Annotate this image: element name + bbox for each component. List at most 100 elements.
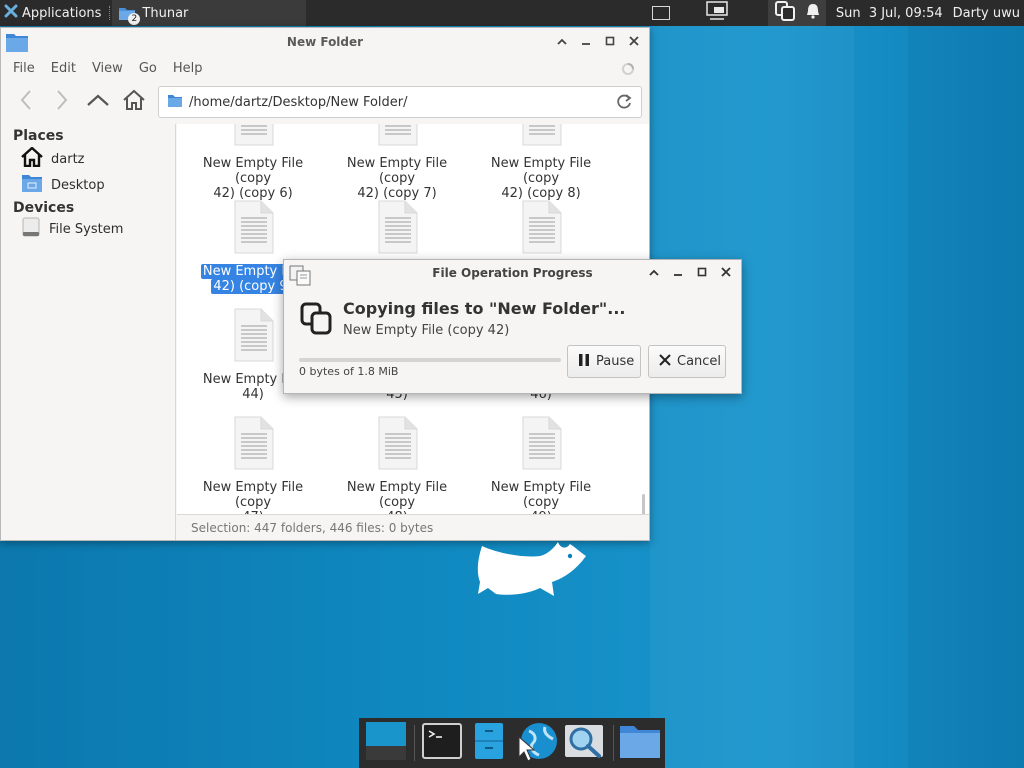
dock (359, 718, 665, 768)
menu-view[interactable]: View (92, 61, 131, 76)
window-titlebar[interactable]: New Folder (1, 28, 649, 56)
file-item[interactable]: New Empty File (copy 42) (copy 6) (183, 124, 323, 201)
applications-menu-button[interactable]: Applications (0, 0, 107, 26)
close-button[interactable] (719, 265, 733, 279)
user-menu[interactable]: Darty uwu (953, 6, 1020, 21)
file-item[interactable]: New Empty File (copy49) (471, 416, 611, 514)
text-file-icon (375, 200, 419, 258)
file-item[interactable]: New Empty File (copy47) (183, 416, 323, 514)
file-item[interactable]: New Empty File (copy 42) (copy 8) (471, 124, 611, 201)
text-file-icon (375, 124, 419, 150)
status-text: Selection: 447 folders, 446 files: 0 byt… (191, 520, 434, 535)
file-name: New Empty File (copy (202, 480, 304, 510)
minimize-button[interactable] (671, 265, 685, 279)
dialog-titlebar[interactable]: File Operation Progress (284, 260, 741, 286)
dialog-heading: Copying files to "New Folder"... (343, 299, 626, 318)
taskbar-item-thunar[interactable]: 2 Thunar (112, 0, 307, 26)
copy-files-icon (288, 264, 312, 290)
panel-separator (109, 6, 111, 20)
pause-button[interactable]: Pause (567, 345, 641, 378)
location-bar[interactable]: /home/dartz/Desktop/New Folder/ (158, 86, 642, 118)
text-file-icon (519, 416, 563, 474)
sidebar-item-home[interactable]: dartz (1, 146, 175, 172)
cancel-icon (659, 353, 671, 370)
back-button[interactable] (11, 85, 41, 115)
folder-icon: 2 (118, 4, 141, 25)
maximize-button[interactable] (603, 34, 617, 48)
file-name: New Empty File (copy (490, 480, 592, 510)
sidebar-heading-devices: Devices (13, 200, 75, 216)
notification-bell-icon[interactable] (806, 3, 820, 23)
home-icon (21, 146, 43, 171)
menu-help[interactable]: Help (173, 61, 211, 76)
menu-go[interactable]: Go (139, 61, 165, 76)
dock-separator (414, 725, 416, 761)
show-desktop-icon (365, 721, 407, 765)
dock-web-browser[interactable] (514, 720, 559, 766)
location-path: /home/dartz/Desktop/New Folder/ (189, 94, 408, 110)
desktop-background-band (908, 0, 1024, 768)
xfce-mouse-logo (470, 538, 592, 604)
pause-label: Pause (596, 354, 635, 369)
desktop-folder-icon (21, 173, 43, 197)
text-file-icon (231, 200, 275, 258)
sidebar-item-label: Desktop (51, 177, 105, 193)
sidebar-item-desktop[interactable]: Desktop (1, 172, 175, 198)
menubar: File Edit View Go Help (1, 56, 649, 80)
clock[interactable]: Sun 3 Jul, 09:54 (836, 6, 943, 21)
reload-icon[interactable] (615, 93, 633, 115)
maximize-button[interactable] (695, 265, 709, 279)
dock-show-desktop[interactable] (363, 720, 408, 766)
xfce-logo-icon (4, 4, 18, 22)
close-button[interactable] (627, 34, 641, 48)
file-name: New Empty File (copy (202, 156, 304, 186)
window-count-badge: 2 (128, 13, 141, 25)
file-name-continued: 44) (242, 387, 264, 402)
forward-button[interactable] (47, 85, 77, 115)
text-file-icon (519, 200, 563, 258)
window-title: New Folder (286, 35, 364, 49)
show-desktop-icon[interactable] (706, 1, 728, 25)
clipboard-copy-icon[interactable] (774, 0, 796, 26)
file-item[interactable]: New Empty File (copy48) (327, 416, 467, 514)
status-bar: Selection: 447 folders, 446 files: 0 byt… (177, 514, 649, 540)
sidebar-heading-places: Places (13, 128, 64, 144)
home-button[interactable] (119, 85, 149, 115)
dock-terminal[interactable] (419, 720, 464, 766)
top-panel: Applications 2 Thunar Sun 3 Jul, 09:54 D… (0, 0, 1024, 26)
bytes-progress-text: 0 bytes of 1.8 MiB (299, 365, 399, 378)
file-name-continued: 42) (copy 8) (501, 186, 581, 201)
menu-edit[interactable]: Edit (51, 61, 84, 76)
pause-icon (578, 353, 590, 371)
file-name-continued: 42) (copy 6) (213, 186, 293, 201)
scrollbar[interactable] (642, 494, 645, 514)
copy-icon (300, 302, 334, 340)
file-name-continued: 42) (copy 7) (357, 186, 437, 201)
magnifier-search-icon (564, 722, 604, 764)
folder-icon (619, 723, 661, 763)
cancel-button[interactable]: Cancel (648, 345, 726, 378)
dock-app-finder[interactable] (561, 720, 606, 766)
current-file-label: New Empty File (copy 42) (343, 323, 510, 338)
workspace-switcher-1[interactable] (651, 6, 670, 20)
sidebar-item-file-system[interactable]: File System (1, 216, 175, 242)
parent-folder-button[interactable] (83, 85, 113, 115)
text-file-icon (231, 308, 275, 366)
dock-file-manager[interactable] (467, 720, 512, 766)
file-item[interactable]: New Empty File (copy 42) (copy 7) (327, 124, 467, 201)
web-browser-globe-icon (515, 719, 559, 767)
file-name: New Empty File (copy (346, 156, 448, 186)
minimize-button[interactable] (579, 34, 593, 48)
progress-bar (299, 358, 561, 362)
file-cabinet-icon (474, 722, 504, 764)
shade-button[interactable] (647, 265, 661, 279)
text-file-icon (231, 416, 275, 474)
dock-folder[interactable] (618, 720, 663, 766)
file-operation-dialog: File Operation Progress Copying files to… (283, 259, 742, 394)
menu-file[interactable]: File (13, 61, 43, 76)
sidebar-item-label: dartz (51, 151, 85, 167)
text-file-icon (231, 124, 275, 150)
shade-button[interactable] (555, 34, 569, 48)
text-file-icon (519, 124, 563, 150)
dock-separator (612, 725, 614, 761)
